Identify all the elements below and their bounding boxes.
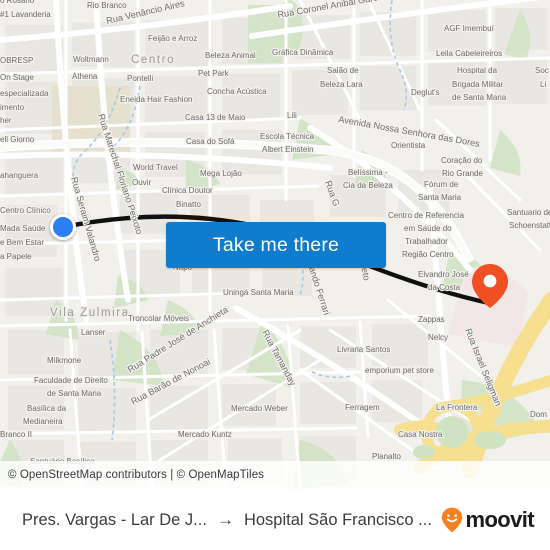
take-me-there-label: Take me there: [212, 233, 340, 256]
map-poi-label: ell Giorno: [0, 135, 35, 144]
map-poi-label: Feijão e Arroz: [148, 34, 197, 43]
map-poi-label: Casa Nostra: [398, 430, 443, 439]
map-poi-label: World Travel: [133, 163, 178, 172]
map-poi-label: Athena: [72, 72, 98, 81]
map-poi-label: Elvandro José: [418, 270, 469, 279]
map-poi-label: Mada Saúde: [0, 224, 46, 233]
map-poi-label: Belíssima -: [348, 168, 388, 177]
map-poi-label: Troncolar Móveis: [128, 314, 189, 323]
map-poi-label: Centro Clínico: [0, 206, 51, 215]
trip-origin-label: Pres. Vargas - Lar De J...: [22, 510, 207, 529]
trip-destination-label: Hospital São Francisco ...: [243, 510, 432, 529]
map-poi-label: Lili: [287, 111, 297, 120]
map-poi-label: Gráfica Dinâmica: [272, 48, 334, 57]
moovit-pin-icon: [442, 507, 463, 533]
map-poi-label: Ouvir: [132, 178, 151, 187]
map-poi-label: o Rosário: [0, 0, 35, 5]
map-poi-label: Centro de Referencia: [388, 211, 465, 220]
map-poi-label: Santuario de: [507, 208, 550, 217]
map-poi-label: Faculdade de Direito: [34, 376, 108, 385]
map-poi-label: Uningá Santa Maria: [223, 288, 294, 297]
map-poi-label: Binatto: [176, 200, 201, 209]
map-poi-label: Mercado Weber: [231, 404, 288, 413]
map-poi-label: Woltmann: [73, 55, 109, 64]
map-poi-label: Li: [540, 80, 546, 89]
map-poi-label: em Saúde do: [404, 224, 452, 233]
map-poi-label: ahanguera: [0, 171, 39, 180]
map-poi-label: Salão de: [327, 66, 359, 75]
attribution-text: © OpenStreetMap contributors | © OpenMap…: [8, 469, 265, 481]
map-poi-label: a Papele: [0, 252, 32, 261]
map-poi-label: Ferragem: [345, 403, 380, 412]
moovit-wordmark: moovit: [465, 507, 534, 532]
map-poi-label: Santa Maria: [418, 193, 462, 202]
map-poi-label: Escola Técnica: [260, 132, 315, 141]
map-poi-label: Leila Cabeleireiros: [436, 49, 502, 58]
map-poi-label: Trabalhador: [405, 237, 448, 246]
map-poi-label: Rio Branco: [87, 1, 127, 10]
map-poi-label: La Frontera: [436, 403, 478, 412]
map-poi-label: de Santa Maria: [452, 93, 507, 102]
map-poi-label: Hospital da: [457, 66, 498, 75]
map-poi-label: Albert Einstein: [262, 145, 314, 154]
map-poi-label: her: [0, 116, 12, 125]
map-poi-label: imento: [0, 103, 25, 112]
map-poi-label: Zappas: [418, 315, 445, 324]
map-poi-label: Pontelli: [127, 74, 153, 83]
map-poi-label: Beleza Animal: [205, 51, 256, 60]
map-poi-label: Concha Acústica: [207, 87, 267, 96]
map-poi-label: Lanser: [81, 328, 106, 337]
bottom-bar: Pres. Vargas - Lar De J... → Hospital Sã…: [0, 489, 550, 550]
map-poi-label: Orientista: [391, 141, 426, 150]
map-poi-label: Eneida Hair Fashion: [120, 95, 192, 104]
map-poi-label: Rio Grande: [442, 169, 483, 178]
arrow-right-icon: →: [216, 510, 234, 529]
map-poi-label: Medianeira: [23, 417, 63, 426]
map-poi-label: Dom: [530, 410, 547, 419]
map-poi-label: On Stage: [0, 73, 34, 82]
moovit-logo[interactable]: moovit: [441, 507, 535, 533]
map-poi-label: Basílica da: [27, 404, 67, 413]
map-poi-label: OBRESP: [0, 56, 33, 65]
map-poi-label: e Bem Estar: [0, 238, 44, 247]
map-poi-label: AGF Imembuí: [444, 24, 495, 33]
map-poi-label: Casa do Sofá: [186, 137, 235, 146]
map-poi-label: Fórum de: [424, 180, 459, 189]
take-me-there-button[interactable]: Take me there: [166, 222, 386, 268]
map-poi-label: Cia da Beleza: [343, 181, 393, 190]
moovit-route-screen: CentroVila Zulmira Rua Venâncio AiresRua…: [0, 0, 550, 550]
map-poi-label: Mega Lojão: [200, 169, 242, 178]
map-poi-label: Casa 13 de Maio: [185, 113, 246, 122]
origin-dot-icon[interactable]: [50, 214, 76, 240]
map-poi-label: Beleza Lara: [320, 80, 363, 89]
map-poi-label: #1 Lavanderia: [0, 10, 51, 19]
map-poi-label: emporium pet store: [365, 366, 434, 375]
map-area-label: Vila Zulmira: [50, 307, 130, 319]
map-poi-label: Schoenstatt: [509, 221, 550, 230]
map-poi-label: da Costa: [428, 283, 461, 292]
map-poi-label: Nelcy: [428, 333, 448, 342]
map-poi-label: Milkmone: [47, 356, 82, 365]
map-poi-label: Região Centro: [402, 250, 454, 259]
map-poi-label: Mercado Kuntz: [178, 430, 232, 439]
map-poi-label: especializada: [0, 89, 49, 98]
map-poi-label: Deglut's: [411, 88, 440, 97]
map-poi-label: Clínica Doutor: [162, 186, 213, 195]
map-poi-label: Branco II: [0, 430, 32, 439]
map-poi-label: Soc: [535, 66, 549, 75]
map-poi-label: de Santa Maria: [47, 389, 102, 398]
map-poi-label: Livraria Santos: [337, 345, 390, 354]
trip-summary: Pres. Vargas - Lar De J... → Hospital Sã…: [22, 510, 441, 530]
map-poi-label: Planalto: [372, 452, 401, 461]
map-poi-label: Brigada Militar: [452, 80, 503, 89]
destination-pin-icon[interactable]: [470, 262, 510, 310]
map-attribution: © OpenStreetMap contributors | © OpenMap…: [0, 461, 550, 489]
map-poi-label: Pet Park: [198, 69, 230, 78]
map-area-label: Centro: [131, 54, 175, 66]
map-poi-label: Coração do: [441, 156, 483, 165]
